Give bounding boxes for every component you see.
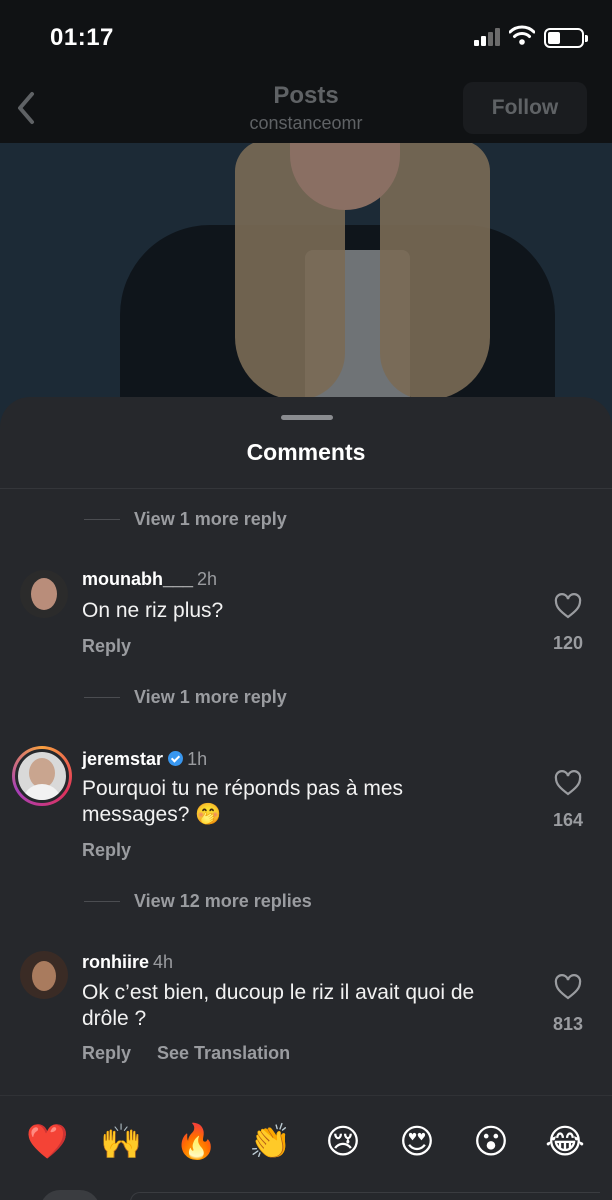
- comment-time: 1h: [187, 749, 208, 769]
- reply-button[interactable]: Reply: [82, 1043, 131, 1064]
- username-text[interactable]: mounabh___: [82, 569, 193, 589]
- username-text[interactable]: ronhiire: [82, 952, 149, 972]
- avatar-face: [32, 961, 56, 991]
- comment-actions: Reply See Translation: [82, 1043, 290, 1064]
- username-text[interactable]: jeremstar: [82, 749, 163, 769]
- heart-icon[interactable]: [554, 770, 582, 796]
- like-count: 120: [552, 633, 584, 653]
- verified-badge-icon: [168, 751, 184, 766]
- avatar: [15, 749, 69, 803]
- sheet-title: Comments: [246, 439, 366, 465]
- sheet-divider: [0, 488, 612, 489]
- view-more-label[interactable]: View 1 more reply: [134, 509, 287, 530]
- status-time: 01:17: [50, 24, 114, 51]
- comment-username[interactable]: mounabh___ 2h: [82, 569, 217, 590]
- view-more-replies[interactable]: View 1 more reply: [84, 685, 287, 709]
- avatar-face: [31, 578, 57, 610]
- status-bar: 01:17: [0, 0, 612, 78]
- heart-emoji-button[interactable]: ❤️: [26, 1122, 68, 1162]
- heart-icon[interactable]: [554, 593, 582, 619]
- avatar[interactable]: [20, 951, 68, 999]
- comment-actions: Reply: [82, 840, 131, 861]
- raising-hands-emoji-button[interactable]: 🙌: [100, 1122, 142, 1162]
- fire-emoji-button[interactable]: 🔥: [175, 1122, 217, 1162]
- avatar-story-ring[interactable]: [12, 746, 72, 806]
- like-count: 813: [552, 1014, 584, 1034]
- video-hair-right: [380, 140, 490, 400]
- battery-icon: [544, 28, 588, 48]
- reply-thread-line: [84, 900, 120, 902]
- reply-thread-line: [84, 518, 120, 520]
- comment-time: 4h: [153, 952, 174, 972]
- comment-time: 2h: [197, 569, 218, 589]
- heart-eyes-emoji-button[interactable]: 😍: [397, 1122, 437, 1162]
- see-translation-button[interactable]: See Translation: [157, 1043, 290, 1064]
- wifi-icon: [509, 25, 535, 45]
- emoji-reaction-bar: ❤️ 🙌 🔥 👏 😢 😍 😮 😂: [0, 1095, 612, 1200]
- reply-thread-line: [84, 696, 120, 698]
- heart-icon[interactable]: [554, 974, 582, 1000]
- comment-actions: Reply: [82, 636, 131, 657]
- crying-emoji-button[interactable]: 😢: [323, 1122, 363, 1162]
- comment-username[interactable]: jeremstar 1h: [82, 749, 207, 770]
- surprised-emoji-button[interactable]: 😮: [471, 1122, 511, 1162]
- comment-username[interactable]: ronhiire 4h: [82, 952, 173, 973]
- comment-text: Ok c’est bien, ducoup le riz il avait qu…: [82, 981, 475, 1030]
- reply-button[interactable]: Reply: [82, 840, 131, 861]
- comments-sheet: Comments View 1 more reply mounabh___ 2h …: [0, 397, 612, 1200]
- view-more-label[interactable]: View 12 more replies: [134, 891, 312, 912]
- view-more-label[interactable]: View 1 more reply: [134, 687, 287, 708]
- comment-input[interactable]: [130, 1192, 600, 1200]
- like-count: 164: [552, 810, 584, 830]
- laughing-emoji-button[interactable]: 😂: [545, 1122, 585, 1162]
- cellular-signal-icon: [474, 28, 502, 46]
- view-more-replies[interactable]: View 12 more replies: [84, 889, 312, 913]
- avatar-shirt: [22, 784, 62, 800]
- comment-text: Pourquoi tu ne réponds pas à mes message…: [82, 777, 404, 826]
- top-bar: 01:17 Posts constanceomr Follow: [0, 0, 612, 143]
- avatar[interactable]: [20, 570, 68, 618]
- view-more-replies[interactable]: View 1 more reply: [84, 507, 287, 531]
- follow-button[interactable]: Follow: [463, 82, 587, 134]
- reply-button[interactable]: Reply: [82, 636, 131, 657]
- sheet-grabber[interactable]: [281, 415, 333, 420]
- clapping-emoji-button[interactable]: 👏: [249, 1122, 291, 1162]
- comment-text: On ne riz plus?: [82, 599, 224, 622]
